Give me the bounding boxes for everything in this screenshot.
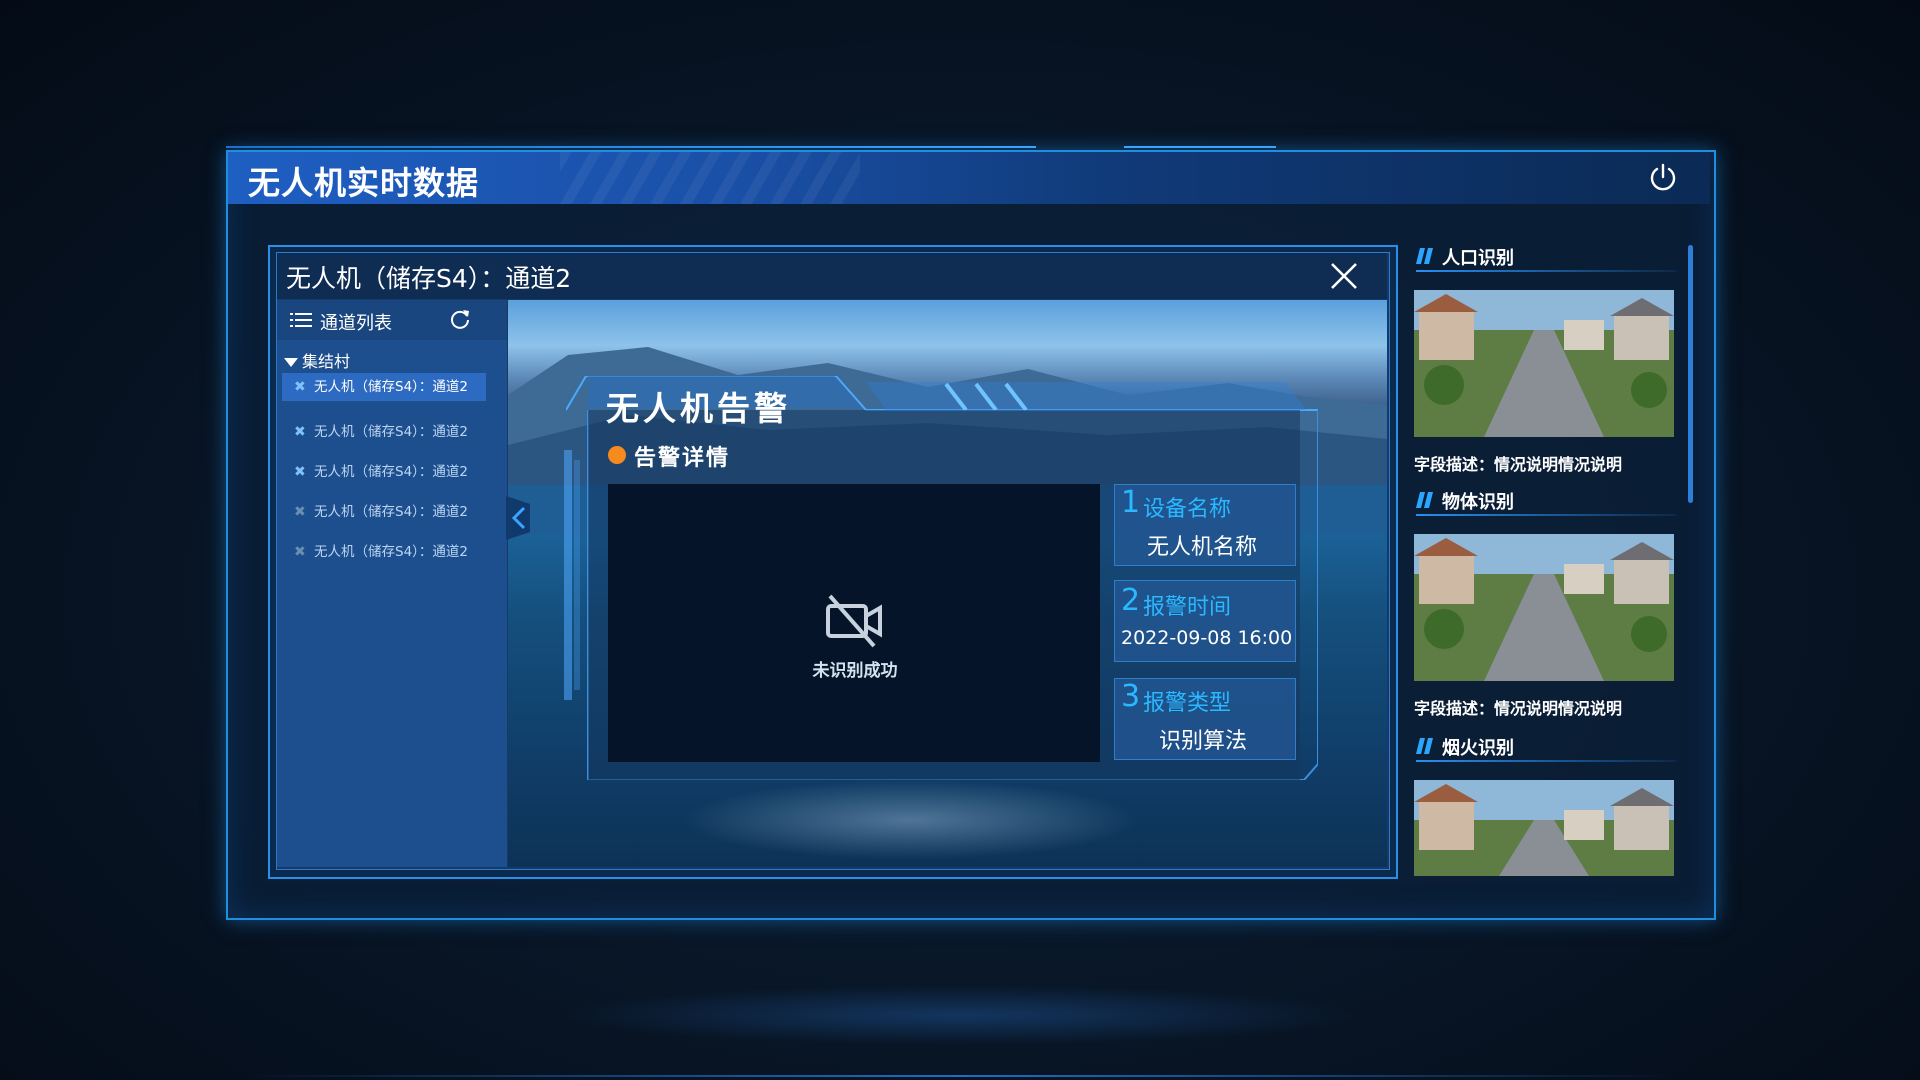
channel-item-label: 无人机（储存S4）：通道2 [314, 544, 468, 560]
info-number: 3 [1121, 679, 1141, 714]
section-title-population: 人口识别 [1442, 248, 1514, 269]
channel-item-label: 无人机（储存S4）：通道2 [314, 464, 468, 480]
section-description: 字段描述：情况说明情况说明 [1414, 699, 1623, 718]
info-label: 设备名称 [1143, 497, 1232, 522]
drone-icon: ✖ [294, 424, 306, 440]
info-number: 2 [1121, 583, 1141, 618]
section-marker-icon [1416, 492, 1433, 508]
alarm-status-dot [608, 446, 626, 464]
close-icon[interactable] [1326, 258, 1362, 294]
drone-icon: ✖ [294, 544, 306, 560]
recognition-thumbnail[interactable] [1414, 534, 1674, 681]
list-icon [290, 310, 312, 330]
section-title-fire: 烟火识别 [1442, 738, 1514, 759]
channel-item[interactable]: ✖ 无人机（储存S4）：通道2 [282, 458, 486, 486]
info-value: 无人机名称 [1147, 535, 1258, 560]
background-glow [560, 985, 1360, 1045]
info-number: 1 [1121, 485, 1141, 520]
chevron-left-icon[interactable] [506, 496, 534, 540]
power-icon[interactable] [1646, 160, 1680, 194]
alarm-side-decoration [564, 450, 580, 700]
channel-item[interactable]: ✖ 无人机（储存S4）：通道2 [282, 373, 486, 401]
refresh-icon[interactable] [448, 307, 472, 331]
top-accent-line-short [1124, 146, 1276, 148]
page-title: 无人机实时数据 [248, 164, 480, 202]
drone-icon: ✖ [294, 379, 306, 395]
section-marker-icon [1416, 738, 1433, 754]
video-window-title: 无人机（储存S4）：通道2 [286, 264, 572, 293]
section-underline [1416, 760, 1676, 762]
title-bar-stripes [560, 152, 860, 204]
channel-list-title: 通道列表 [320, 313, 392, 334]
recognition-thumbnail[interactable] [1414, 290, 1674, 437]
water-highlight [680, 780, 1140, 860]
info-label: 报警类型 [1143, 691, 1232, 716]
alarm-title: 无人机告警 [606, 389, 791, 428]
channel-item[interactable]: ✖ 无人机（储存S4）：通道2 [282, 538, 486, 566]
section-marker-icon [1416, 248, 1433, 264]
section-underline [1416, 270, 1676, 272]
channel-item-label: 无人机（储存S4）：通道2 [314, 504, 468, 520]
video-off-icon [824, 592, 884, 648]
channel-item-label: 无人机（储存S4）：通道2 [314, 379, 468, 395]
alarm-subtitle: 告警详情 [634, 446, 731, 471]
channel-item-label: 无人机（储存S4）：通道2 [314, 424, 468, 440]
drone-icon: ✖ [294, 504, 306, 520]
recognition-thumbnail[interactable] [1414, 780, 1674, 876]
section-description: 字段描述：情况说明情况说明 [1414, 455, 1623, 474]
top-accent-line [226, 146, 1036, 148]
drone-icon: ✖ [294, 464, 306, 480]
info-value: 识别算法 [1159, 729, 1248, 754]
channel-group-label: 集结村 [302, 352, 351, 371]
info-label: 报警时间 [1143, 595, 1232, 620]
video-status-text: 未识别成功 [812, 661, 898, 681]
info-card-time: 2 报警时间 2022-09-08 16:00 [1114, 580, 1296, 662]
caret-down-icon [284, 358, 298, 367]
section-underline [1416, 514, 1676, 516]
background-line [240, 1075, 1680, 1077]
info-card-device: 1 设备名称 无人机名称 [1114, 484, 1296, 566]
channel-item[interactable]: ✖ 无人机（储存S4）：通道2 [282, 498, 486, 526]
scrollbar[interactable] [1688, 245, 1693, 503]
channel-item[interactable]: ✖ 无人机（储存S4）：通道2 [282, 418, 486, 446]
channel-group[interactable]: 集结村 [284, 348, 350, 372]
info-value: 2022-09-08 16:00 [1121, 627, 1293, 649]
info-card-type: 3 报警类型 识别算法 [1114, 678, 1296, 760]
section-title-object: 物体识别 [1442, 492, 1514, 513]
